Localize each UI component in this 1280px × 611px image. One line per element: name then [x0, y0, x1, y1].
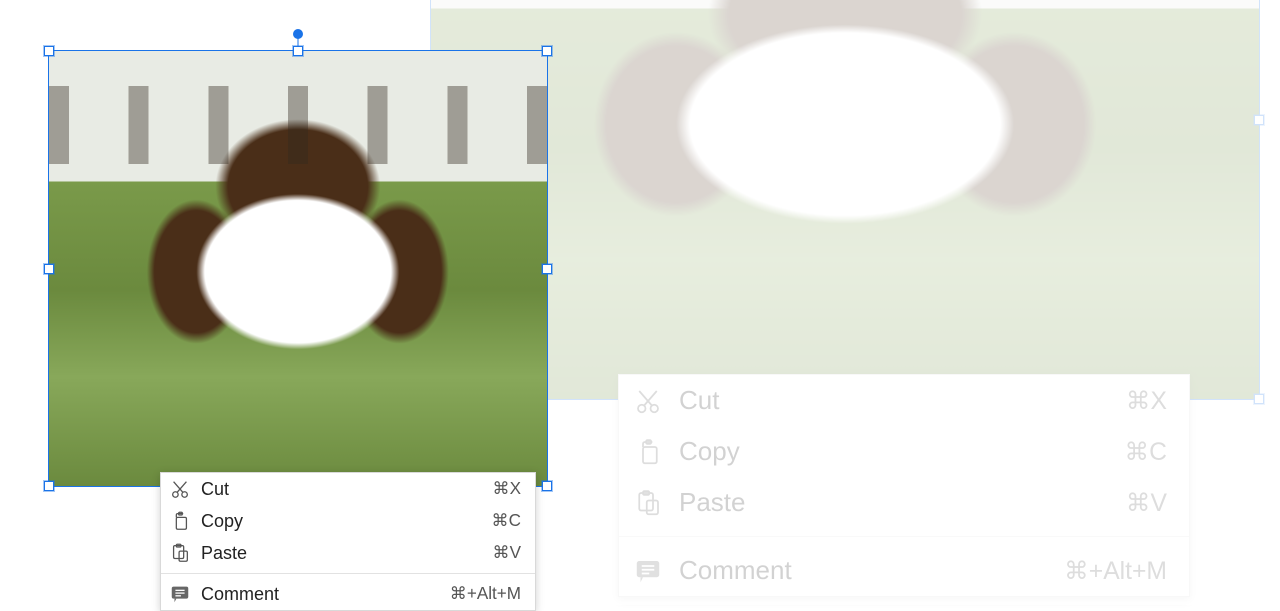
cut-icon	[633, 386, 663, 416]
menu-separator	[619, 536, 1189, 537]
menu-item-paste[interactable]: Paste ⌘V	[619, 477, 1189, 528]
menu-shortcut: ⌘+Alt+M	[1064, 556, 1167, 586]
copy-icon	[169, 510, 191, 532]
resize-handle-bottom-right[interactable]	[1254, 394, 1264, 404]
resize-handle-right[interactable]	[542, 264, 552, 274]
comment-icon	[169, 583, 191, 605]
menu-label: Paste	[201, 543, 483, 564]
resize-handle-top-right[interactable]	[542, 46, 552, 56]
resize-handle-bottom-left[interactable]	[44, 481, 54, 491]
menu-separator	[161, 573, 535, 574]
comment-icon	[633, 556, 663, 586]
resize-handle-left[interactable]	[44, 264, 54, 274]
menu-label: Copy	[201, 511, 482, 532]
paste-icon	[169, 542, 191, 564]
menu-item-copy[interactable]: Copy ⌘C	[161, 505, 535, 537]
copy-icon	[633, 437, 663, 467]
menu-item-comment[interactable]: Comment ⌘+Alt+M	[619, 545, 1189, 596]
menu-shortcut: ⌘C	[1124, 437, 1167, 467]
resize-handle-bottom-right[interactable]	[542, 481, 552, 491]
menu-item-comment[interactable]: Comment ⌘+Alt+M	[161, 578, 535, 610]
context-menu[interactable]: Cut ⌘X Copy ⌘C Paste ⌘V Comment ⌘+Alt+M	[160, 472, 536, 611]
cut-icon	[169, 478, 191, 500]
menu-shortcut: ⌘X	[493, 479, 522, 499]
menu-shortcut: ⌘X	[1126, 386, 1167, 416]
dog-photo-faded	[431, 0, 1259, 399]
menu-shortcut: ⌘+Alt+M	[450, 584, 521, 604]
context-menu-faded: Cut ⌘X Copy ⌘C Paste ⌘V Comment ⌘+Alt+M	[618, 374, 1190, 597]
resize-handle-top-left[interactable]	[44, 46, 54, 56]
resize-handle-top[interactable]	[293, 46, 303, 56]
menu-label: Comment	[201, 584, 440, 605]
selected-image[interactable]	[48, 50, 548, 487]
menu-item-cut[interactable]: Cut ⌘X	[161, 473, 535, 505]
menu-item-paste[interactable]: Paste ⌘V	[161, 537, 535, 569]
selected-image-faded	[430, 0, 1260, 400]
menu-label: Copy	[679, 436, 1108, 467]
dog-photo	[49, 51, 547, 486]
menu-shortcut: ⌘C	[492, 511, 521, 531]
menu-label: Comment	[679, 555, 1048, 586]
paste-icon	[633, 488, 663, 518]
menu-label: Cut	[679, 385, 1110, 416]
menu-label: Cut	[201, 479, 483, 500]
menu-shortcut: ⌘V	[493, 543, 522, 563]
resize-handle-right[interactable]	[1254, 115, 1264, 125]
rotate-handle[interactable]	[293, 29, 303, 39]
menu-shortcut: ⌘V	[1126, 488, 1167, 518]
menu-label: Paste	[679, 487, 1110, 518]
menu-item-cut[interactable]: Cut ⌘X	[619, 375, 1189, 426]
menu-item-copy[interactable]: Copy ⌘C	[619, 426, 1189, 477]
